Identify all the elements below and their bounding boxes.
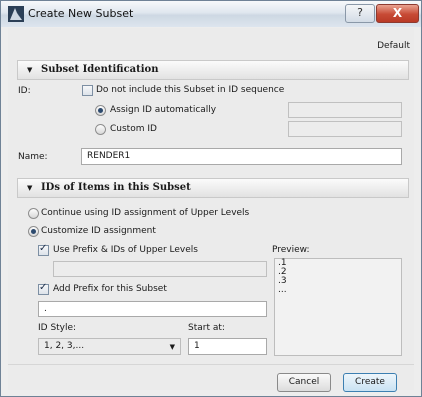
auto-id-field[interactable] <box>288 102 402 118</box>
start-at-label: Start at: <box>188 323 225 333</box>
collapse-triangle-icon[interactable]: ▼ <box>27 179 32 197</box>
add-prefix-label[interactable]: Add Prefix for this Subset <box>53 284 167 294</box>
id-style-value: 1, 2, 3,... <box>44 341 85 351</box>
start-at-input[interactable]: 1 <box>188 338 267 355</box>
continue-upper-levels-label[interactable]: Continue using ID assignment of Upper Le… <box>41 208 249 218</box>
title-bar[interactable]: Create New Subset ? X <box>1 1 421 27</box>
close-icon: X <box>392 6 403 20</box>
preview-line: .3 <box>278 276 287 286</box>
preview-label: Preview: <box>272 245 310 255</box>
id-style-dropdown[interactable]: 1, 2, 3,... ▼ <box>38 338 181 355</box>
use-prefix-upper-levels-checkbox[interactable] <box>38 243 49 256</box>
prefix-input[interactable]: . <box>38 301 267 317</box>
custom-id-label[interactable]: Custom ID <box>110 124 157 134</box>
footer-divider <box>8 364 414 365</box>
exclude-from-sequence-checkbox[interactable] <box>82 85 93 96</box>
upper-prefix-field[interactable] <box>53 261 267 277</box>
preview-line: ... <box>278 285 287 295</box>
id-label: ID: <box>18 86 31 96</box>
preview-box: .1 .2 .3 ... <box>274 258 402 356</box>
chevron-down-icon: ▼ <box>169 343 175 351</box>
help-button[interactable]: ? <box>345 4 375 23</box>
id-style-label: ID Style: <box>38 323 77 333</box>
exclude-from-sequence-label[interactable]: Do not include this Subset in ID sequenc… <box>96 85 284 95</box>
continue-upper-levels-radio[interactable] <box>28 208 39 219</box>
assign-id-automatically-radio[interactable] <box>95 105 106 116</box>
close-button[interactable]: X <box>376 4 419 23</box>
app-icon <box>8 6 24 22</box>
add-prefix-checkbox[interactable] <box>38 282 49 295</box>
custom-id-field[interactable] <box>288 121 402 137</box>
create-new-subset-dialog: Create New Subset ? X Default ▼ Subset I… <box>0 0 422 397</box>
window-title: Create New Subset <box>28 7 134 20</box>
default-label: Default <box>377 41 410 51</box>
subset-identification-header[interactable]: ▼ Subset Identification <box>17 60 409 80</box>
create-button[interactable]: Create <box>343 373 397 392</box>
name-label: Name: <box>18 152 48 162</box>
name-input[interactable]: RENDER1 <box>81 148 402 165</box>
use-prefix-upper-levels-label[interactable]: Use Prefix & IDs of Upper Levels <box>53 245 198 255</box>
ids-of-items-header[interactable]: ▼ IDs of Items in this Subset <box>17 178 409 198</box>
customize-id-radio[interactable] <box>28 226 39 237</box>
customize-id-label[interactable]: Customize ID assignment <box>41 226 156 236</box>
section-title: IDs of Items in this Subset <box>41 182 191 193</box>
preview-line: .2 <box>278 267 287 277</box>
collapse-triangle-icon[interactable]: ▼ <box>27 61 32 79</box>
custom-id-radio[interactable] <box>95 124 106 135</box>
help-icon: ? <box>357 6 363 19</box>
preview-line: .1 <box>278 258 287 268</box>
section-title: Subset Identification <box>41 64 159 75</box>
dialog-content: Default ▼ Subset Identification ID: Do n… <box>8 28 414 392</box>
cancel-button[interactable]: Cancel <box>277 373 331 392</box>
assign-id-automatically-label[interactable]: Assign ID automatically <box>110 105 216 115</box>
